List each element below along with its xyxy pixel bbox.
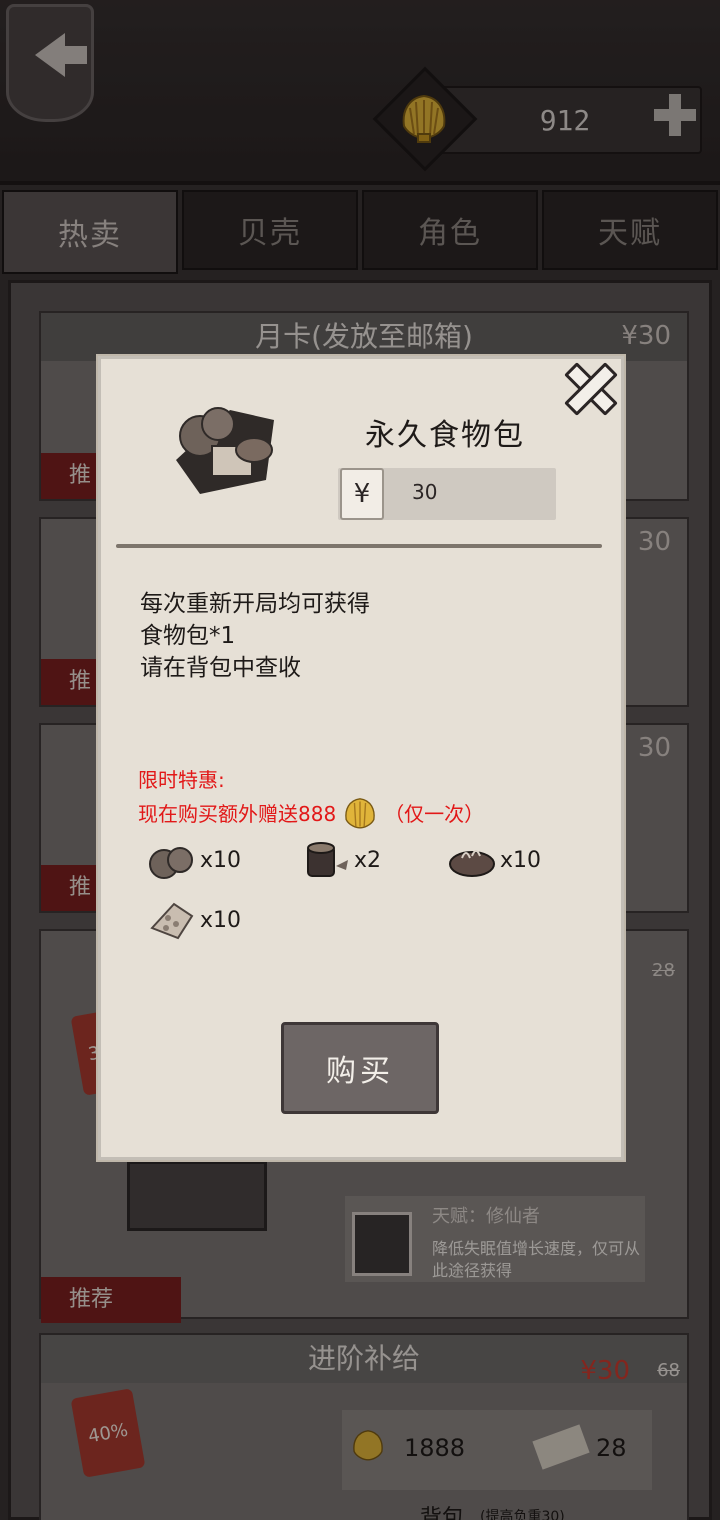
buy-button[interactable]: 购买 [281, 1022, 439, 1114]
coconut-icon [149, 847, 193, 879]
product-title: 永久食物包 [365, 418, 525, 453]
description: 每次重新开局均可获得 食物包*1 请在背包中查收 [140, 588, 540, 684]
promo-title: 限时特惠: [138, 768, 225, 792]
item-qty: x10 [200, 907, 242, 933]
desc-line: 请在背包中查收 [140, 655, 301, 681]
promo-text: 限时特惠: 现在购买额外赠送888 （仅一次） [138, 764, 538, 832]
meat-icon [449, 850, 495, 877]
reward-item: x10 [148, 896, 241, 944]
shop-screen: 912 热卖 贝壳 角色 天赋 月卡(发放至邮箱) ¥30 推 30 推 30 … [0, 0, 720, 1520]
divider [116, 544, 602, 548]
desc-line: 食物包*1 [140, 623, 236, 649]
reward-item: x10 [148, 836, 241, 884]
reward-item: x2 [302, 836, 381, 884]
promo-desc: 现在购买额外赠送888 [138, 802, 337, 826]
price-value: 30 [412, 480, 438, 504]
log-icon [307, 842, 348, 877]
reward-items: x10 x2 x10 x10 [148, 836, 568, 946]
waffle-icon [150, 902, 194, 940]
shell-icon [345, 798, 375, 829]
food-pack-icon [176, 407, 274, 494]
item-qty: x2 [354, 847, 382, 873]
desc-line: 每次重新开局均可获得 [140, 591, 370, 617]
reward-item: x10 [448, 836, 541, 884]
item-qty: x10 [500, 847, 542, 873]
item-qty: x10 [200, 847, 242, 873]
yen-icon: ¥ [340, 468, 384, 520]
promo-suffix: （仅一次） [384, 802, 485, 826]
close-button[interactable] [566, 364, 616, 414]
promo-line: 现在购买额外赠送888 （仅一次） [138, 796, 538, 832]
